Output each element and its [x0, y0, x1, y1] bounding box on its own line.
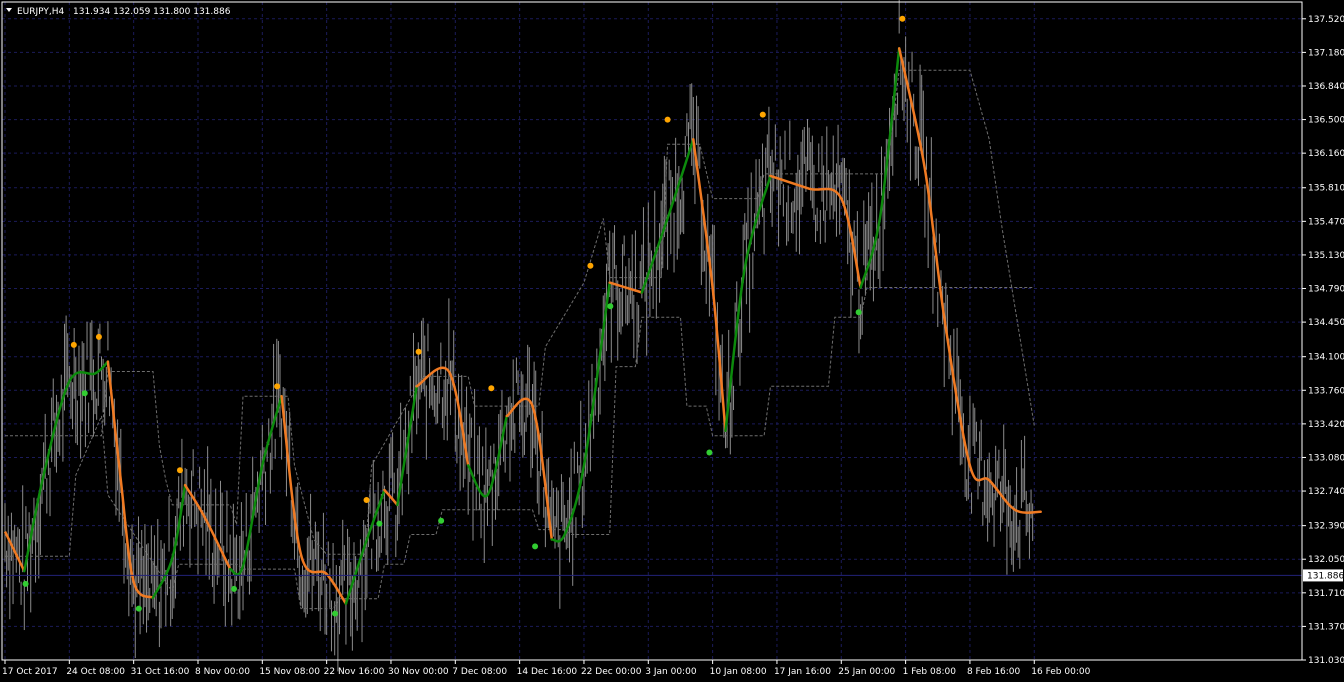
swing-low-dot: [231, 585, 238, 592]
x-tick-label: 8 Nov 00:00: [195, 667, 250, 677]
y-tick-label: 137.520: [1308, 15, 1344, 25]
x-tick-label: 3 Jan 00:00: [645, 667, 697, 677]
y-tick-label: 131.710: [1308, 589, 1344, 599]
swing-high-dot: [95, 333, 102, 340]
swing-low-dot: [855, 309, 862, 316]
y-tick-label: 136.840: [1308, 82, 1344, 92]
x-tick-label: 14 Dec 16:00: [517, 667, 578, 677]
ohlc-values: 131.934 132.059 131.800 131.886: [73, 7, 231, 17]
swing-high-dot: [176, 467, 183, 474]
y-tick-label: 132.050: [1308, 555, 1344, 565]
swing-high-dot: [415, 348, 422, 355]
y-tick-label: 132.390: [1308, 522, 1344, 532]
swing-high-dot: [70, 341, 77, 348]
x-tick-label: 15 Nov 08:00: [259, 667, 320, 677]
y-tick-label: 135.470: [1308, 217, 1344, 227]
chart-background: [0, 0, 1344, 682]
current-price-label: 131.886: [1307, 571, 1344, 581]
y-tick-label: 137.180: [1308, 48, 1344, 58]
swing-low-dot: [607, 303, 614, 310]
swing-low-dot: [376, 520, 383, 527]
x-tick-label: 16 Feb 00:00: [1031, 667, 1090, 677]
x-tick-label: 25 Jan 00:00: [838, 667, 895, 677]
swing-low-dot: [532, 543, 539, 550]
x-tick-label: 30 Nov 00:00: [388, 667, 449, 677]
swing-high-dot: [587, 262, 594, 269]
x-tick-label: 17 Jan 16:00: [774, 667, 831, 677]
y-tick-label: 134.450: [1308, 318, 1344, 328]
swing-high-dot: [759, 111, 766, 118]
swing-low-dot: [332, 610, 339, 617]
y-tick-label: 131.030: [1308, 656, 1344, 666]
swing-low-dot: [81, 390, 88, 397]
x-tick-label: 8 Feb 16:00: [967, 667, 1021, 677]
y-tick-label: 133.760: [1308, 386, 1344, 396]
swing-high-dot: [488, 385, 495, 392]
y-tick-label: 133.420: [1308, 420, 1344, 430]
swing-high-dot: [363, 496, 370, 503]
y-tick-label: 134.790: [1308, 285, 1344, 295]
swing-low-dot: [438, 517, 445, 524]
x-tick-label: 17 Oct 2017: [2, 667, 58, 677]
y-tick-label: 131.370: [1308, 622, 1344, 632]
swing-low-dot: [135, 605, 142, 612]
y-tick-label: 135.130: [1308, 251, 1344, 261]
swing-high-dot: [899, 15, 906, 22]
y-tick-label: 136.160: [1308, 149, 1344, 159]
x-tick-label: 7 Dec 08:00: [452, 667, 507, 677]
chart-window: 137.520 137.180 136.840 136.500 136.160 135.8…: [0, 0, 1344, 682]
price-chart[interactable]: 137.520 137.180 136.840 136.500 136.160 135.8…: [0, 0, 1344, 682]
y-tick-label: 134.100: [1308, 353, 1344, 363]
chart-header: EURJPY,H4 131.934 132.059 131.800 131.88…: [6, 7, 231, 17]
x-tick-label: 22 Nov 16:00: [324, 667, 385, 677]
y-tick-label: 132.740: [1308, 487, 1344, 497]
y-tick-label: 133.080: [1308, 453, 1344, 463]
symbol-timeframe: EURJPY,H4: [17, 7, 65, 17]
x-tick-label: 10 Jan 08:00: [710, 667, 767, 677]
x-tick-label: 24 Oct 08:00: [66, 667, 125, 677]
swing-high-dot: [664, 116, 671, 123]
y-tick-label: 136.500: [1308, 116, 1344, 126]
swing-low-dot: [22, 580, 29, 587]
x-tick-label: 22 Dec 00:00: [581, 667, 642, 677]
x-tick-label: 1 Feb 08:00: [903, 667, 957, 677]
swing-high-dot: [274, 383, 281, 390]
x-tick-label: 31 Oct 16:00: [131, 667, 190, 677]
y-tick-label: 135.810: [1308, 184, 1344, 194]
swing-low-dot: [706, 449, 713, 456]
